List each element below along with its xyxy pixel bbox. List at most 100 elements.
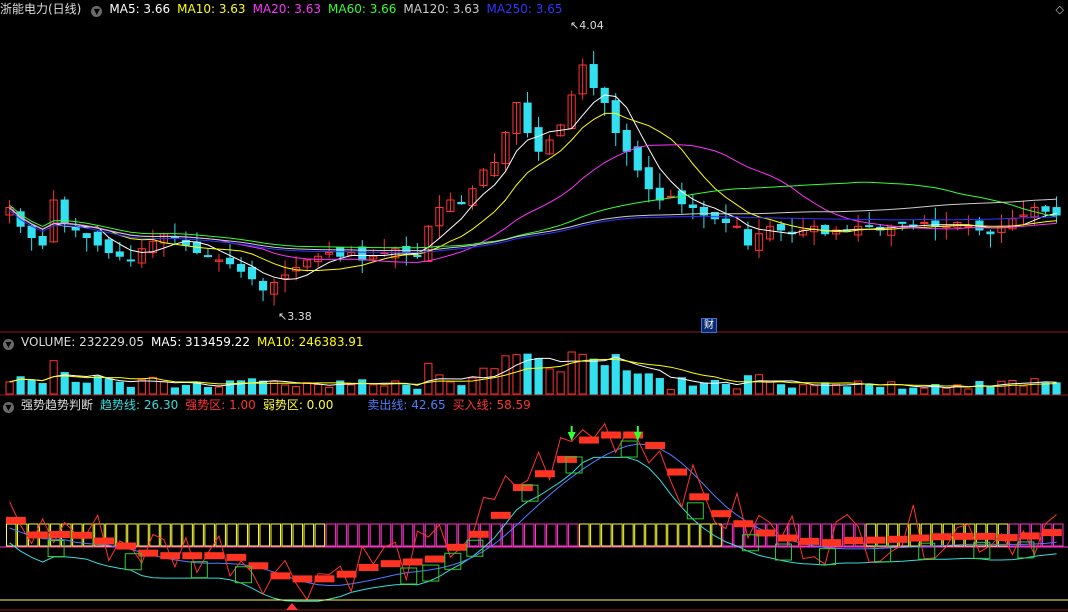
zone-box [634,523,645,547]
candle-body [1041,206,1050,212]
volume-bar [534,358,543,395]
strong-step-block [270,572,291,580]
strong-step-block [28,531,48,539]
ma120-label: MA120: 3.63 [403,2,480,16]
candle-body [611,100,620,133]
volume-bar [799,384,808,395]
volume-bar [832,383,841,395]
volume-label: VOLUME: 232229.05 [21,335,144,349]
volume-bar [303,382,312,395]
zone-box [281,523,293,547]
strong-step-block [182,552,203,560]
volume-bar [181,384,190,395]
volume-bar [104,378,113,395]
zone-box [689,523,700,547]
volume-bar [975,380,984,395]
strong-step-block [226,553,247,561]
volume-bar [666,388,675,395]
zone-box [590,523,601,547]
volume-bar [920,387,929,395]
volume-bar [964,388,973,395]
candle-body [534,127,543,152]
main-panel-header: 浙能电力(日线) ▼ MA5: 3.66 MA10: 3.63 MA20: 3.63 MA… [0,1,570,17]
volume-bar [27,379,36,395]
volume-bar [479,367,488,395]
strong-step-block [645,442,666,450]
candle-body [126,259,135,262]
zone-box [645,523,656,547]
volume-bar [192,381,202,395]
strong-step-block [887,535,908,543]
candle-body [644,167,653,190]
volume-bar [633,373,642,395]
sell-arrow-icon [567,432,576,441]
volume-bar [5,381,14,395]
chevron-down-icon[interactable]: ▼ [91,6,103,17]
volume-bar [82,382,91,395]
zone-box [171,523,182,547]
zone-box [204,523,215,547]
zone-box [446,523,458,547]
volume-bar [247,378,257,395]
candle-body [964,225,973,228]
zone-box [402,523,414,547]
candle-body [865,225,874,228]
chevron-down-icon[interactable]: ▼ [3,402,14,413]
strong-step-block [358,563,379,571]
volume-bar [909,387,918,395]
volume-bar [380,385,389,395]
candle-body [203,255,213,258]
strong-step-block [975,532,996,540]
strong-step-block [204,552,225,560]
ma250-line [9,210,1057,253]
volume-bar [369,384,378,395]
volume-bar [567,351,576,395]
candle-body [115,251,124,257]
strong-step-block [733,520,754,528]
candle-body [776,223,786,231]
candle-body [457,201,466,205]
candle-body [247,266,257,280]
strong-step-block [843,537,864,545]
finance-badge[interactable]: 财 [701,318,717,333]
zone-box [612,523,623,547]
buy-line [9,422,1057,601]
strong-step-block [490,511,511,519]
diamond-icon[interactable]: ◇ [1056,3,1064,16]
volume-bar [281,384,290,395]
volume-bar [347,384,356,395]
zone-box [535,523,546,547]
strong-step-block [6,516,26,524]
candle-body [721,218,731,224]
volume-bar [545,368,554,395]
strong-step-block [931,533,952,541]
zone-box [557,523,568,547]
candle-body [236,263,246,272]
strong-step-block [402,558,423,566]
zone-box [270,523,282,547]
candle-body [82,233,91,238]
volume-bar [865,383,874,395]
chevron-down-icon[interactable]: ▼ [3,339,14,350]
ma10-label: MA10: 3.63 [177,2,246,16]
volume-bar [765,380,775,395]
candle-body [523,102,532,134]
strong-step-block [468,530,489,538]
volume-bar [93,375,102,395]
strong-step-block [336,570,357,578]
low-price-label: ↖3.38 [278,310,312,323]
strong-step-block [711,510,732,518]
volume-bar [225,380,235,395]
volume-bar [137,379,146,395]
volume-bar [1008,380,1017,395]
strong-step-block [909,534,930,542]
strong-step-block [50,531,70,538]
zone-box [226,523,237,547]
zone-box [656,523,667,547]
volume-bar [986,386,995,395]
candle-body [898,221,907,224]
candle-body [633,146,642,171]
zone-box [292,523,304,547]
stock-chart-canvas[interactable] [0,0,1068,612]
strong-step-block [821,539,842,547]
